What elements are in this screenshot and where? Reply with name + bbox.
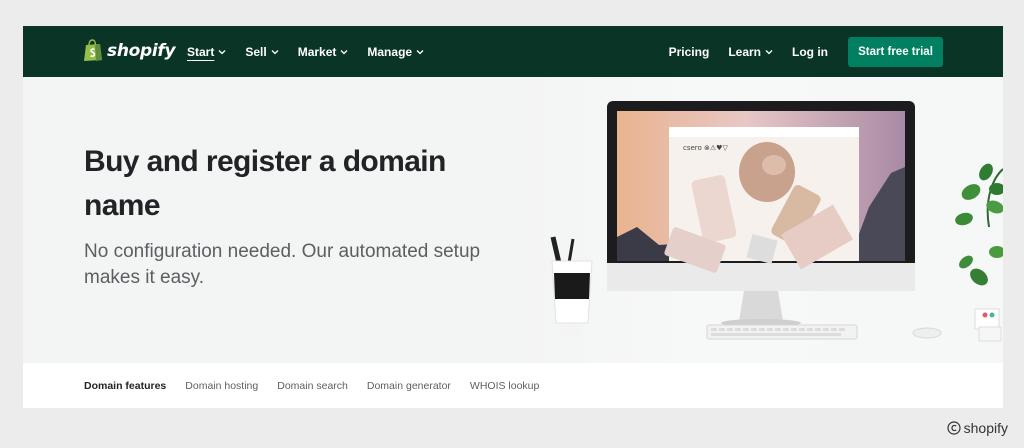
- nav-item-pricing[interactable]: Pricing: [669, 45, 710, 59]
- chevron-down-icon: [416, 49, 424, 54]
- chevron-down-icon: [218, 49, 226, 54]
- subnav-item-domain-features[interactable]: Domain features: [84, 380, 166, 392]
- subnav-item-domain-generator[interactable]: Domain generator: [367, 380, 451, 392]
- nav-item-sell[interactable]: Sell: [245, 44, 279, 59]
- domain-subnav: Domain features Domain hosting Domain sear…: [23, 363, 1003, 408]
- subnav-item-domain-hosting[interactable]: Domain hosting: [185, 380, 258, 392]
- page-subtitle: No configuration needed. Our automated s…: [84, 241, 481, 288]
- nav-item-learn[interactable]: Learn: [728, 45, 773, 59]
- primary-nav: Start Sell Market Manage: [187, 26, 424, 77]
- nav-item-log-in[interactable]: Log in: [792, 45, 828, 59]
- plant-image: [955, 163, 1003, 286]
- chevron-down-icon: [765, 49, 773, 54]
- page-frame: shopify Start Sell Market Manage Pricing Lea…: [23, 26, 1003, 408]
- nav-item-label: Market: [297, 44, 337, 59]
- nav-item-label: Learn: [728, 44, 761, 59]
- desk-scene-image: csero ⊗⚠♥▽: [550, 101, 1003, 342]
- nav-item-manage[interactable]: Manage: [367, 45, 424, 59]
- copyright-icon: [947, 421, 961, 435]
- nav-item-start[interactable]: Start: [187, 45, 226, 59]
- watermark: shopify: [947, 420, 1008, 436]
- subnav-item-whois-lookup[interactable]: WHOIS lookup: [470, 380, 539, 392]
- brand-name: shopify: [107, 40, 176, 61]
- top-nav: shopify Start Sell Market Manage Pricing Lea…: [23, 26, 1003, 77]
- nav-item-label: Log in: [792, 44, 828, 59]
- nav-item-market[interactable]: Market: [298, 45, 349, 59]
- start-free-trial-button[interactable]: Start free trial: [848, 36, 943, 67]
- nav-item-label: Pricing: [668, 44, 710, 59]
- nav-item-label: Manage: [367, 44, 413, 59]
- hero-illustration: csero ⊗⚠♥▽: [519, 77, 1003, 363]
- subnav-item-domain-search[interactable]: Domain search: [277, 380, 348, 392]
- screen-brand-text: csero ⊗⚠♥▽: [683, 144, 728, 152]
- shopping-bag-icon: [84, 39, 102, 61]
- chevron-down-icon: [340, 49, 348, 54]
- nav-item-label: Start: [187, 44, 215, 59]
- shopify-logo[interactable]: shopify: [83, 39, 176, 62]
- watermark-text: shopify: [963, 420, 1008, 436]
- chevron-down-icon: [271, 49, 279, 54]
- secondary-nav: Pricing Learn Log in Start free trial: [650, 26, 943, 77]
- nav-item-label: Sell: [245, 44, 267, 59]
- page-title: Buy and register a domain name: [84, 145, 446, 222]
